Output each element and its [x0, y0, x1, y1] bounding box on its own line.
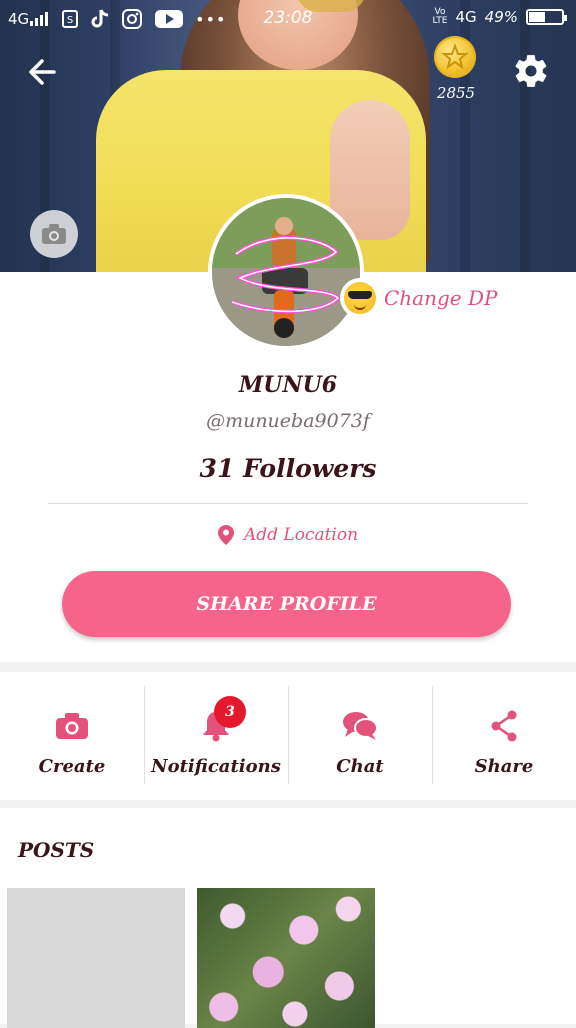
- add-location-label: Add Location: [243, 525, 359, 545]
- change-cover-button[interactable]: [30, 210, 78, 258]
- action-create[interactable]: Create: [0, 672, 144, 800]
- post-thumbnail[interactable]: [7, 888, 185, 1028]
- action-notifications[interactable]: Notifications: [144, 672, 288, 800]
- gear-icon: [515, 55, 547, 87]
- share-profile-button[interactable]: SHARE PROFILE: [62, 571, 511, 637]
- posts-section: POSTS: [0, 808, 576, 1028]
- profile-handle: @munueba9073f: [206, 410, 370, 432]
- battery-percent: 49%: [484, 8, 518, 26]
- change-dp-button[interactable]: Change DP: [340, 278, 508, 318]
- volte-icon: Vo LTE: [432, 7, 448, 26]
- chat-bubbles-icon: [343, 712, 378, 740]
- coin-icon[interactable]: [434, 36, 476, 78]
- back-button[interactable]: [24, 54, 64, 90]
- action-share[interactable]: Share: [432, 672, 576, 800]
- coin-count: 2855: [436, 84, 476, 102]
- notification-badge: 3: [214, 696, 246, 728]
- share-icon: [491, 710, 517, 742]
- settings-button[interactable]: [512, 52, 550, 90]
- action-row: Create Notifications Chat Share: [0, 672, 576, 800]
- camera-icon: [56, 713, 88, 739]
- network-type-right: 4G: [455, 8, 477, 26]
- action-label: Share: [474, 756, 534, 777]
- profile-picture[interactable]: [208, 194, 364, 350]
- avatar-photo: [212, 198, 360, 346]
- star-icon: [441, 43, 469, 70]
- posts-title: POSTS: [18, 838, 95, 862]
- status-bar: 4G S ••• 23:08 Vo LTE 4G 49%: [0, 0, 576, 36]
- arrow-left-icon: [29, 59, 56, 85]
- sunglasses-emoji-icon: [344, 282, 376, 314]
- location-pin-icon: [217, 525, 234, 545]
- followers-count[interactable]: 31 Followers: [0, 454, 576, 483]
- change-dp-label: Change DP: [384, 286, 498, 310]
- action-label: Create: [38, 756, 106, 777]
- camera-icon: [42, 224, 66, 244]
- action-label: Notifications: [151, 756, 281, 777]
- divider: [48, 503, 528, 504]
- action-label: Chat: [336, 756, 384, 777]
- battery-icon: [526, 9, 567, 25]
- profile-name: MUNU6: [238, 372, 338, 398]
- add-location-link[interactable]: Add Location: [0, 525, 576, 545]
- post-thumbnail[interactable]: [197, 888, 375, 1028]
- action-chat[interactable]: Chat: [288, 672, 432, 800]
